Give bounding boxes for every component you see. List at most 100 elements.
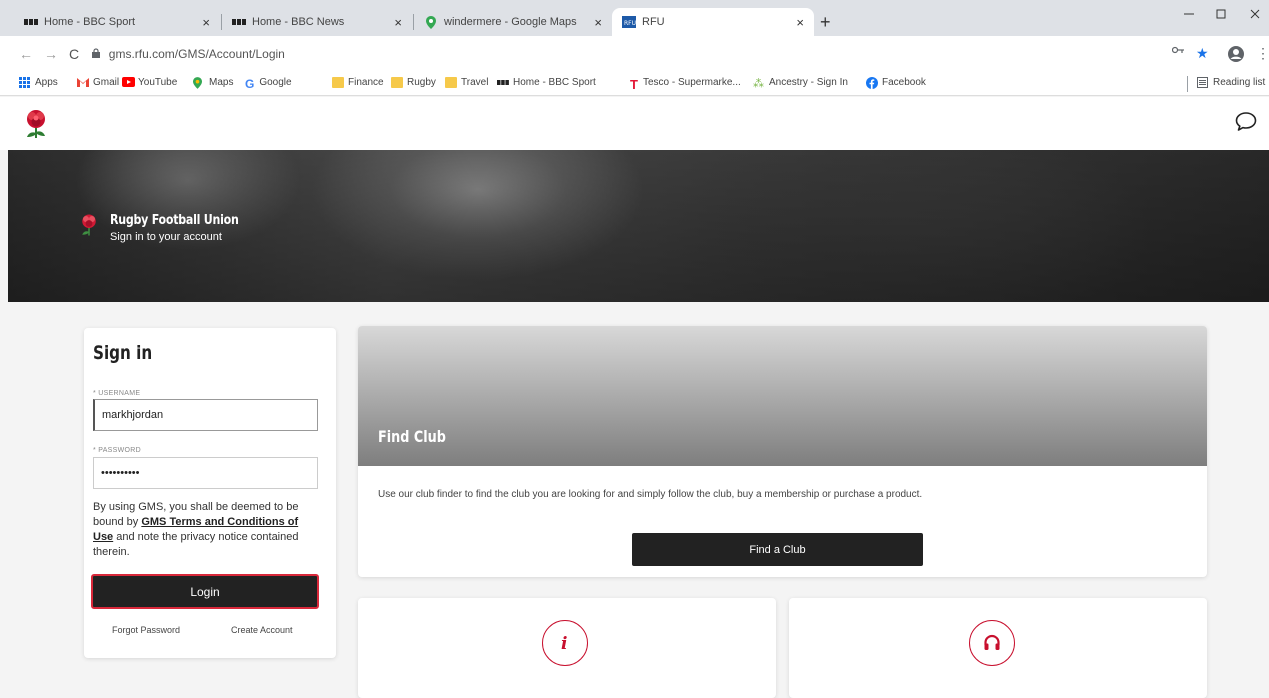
url-text: gms.rfu.com/GMS/Account/Login bbox=[108, 47, 285, 61]
bbc-icon bbox=[497, 77, 509, 88]
find-club-banner: Find Club bbox=[358, 326, 1207, 466]
username-label: * USERNAME bbox=[93, 390, 141, 397]
find-club-title: Find Club bbox=[378, 427, 446, 446]
bookmarks-bar: Apps Gmail YouTube Maps G Google Finance… bbox=[0, 72, 1269, 96]
folder-icon bbox=[332, 77, 344, 88]
tab-bbc-sport[interactable]: Home - BBC Sport × bbox=[14, 8, 220, 36]
reload-icon[interactable]: C bbox=[69, 46, 79, 62]
star-icon[interactable]: ★ bbox=[1196, 45, 1209, 62]
bookmark-label: Apps bbox=[35, 77, 58, 88]
password-label: * PASSWORD bbox=[93, 447, 141, 454]
ancestry-leaf-icon: ⁂ bbox=[753, 78, 764, 90]
bookmark-label: Home - BBC Sport bbox=[513, 77, 596, 88]
bookmarks-divider bbox=[1187, 76, 1188, 92]
bookmark-label: Travel bbox=[461, 77, 489, 88]
close-icon[interactable]: × bbox=[796, 15, 804, 30]
address-bar: ← → C gms.rfu.com/GMS/Account/Login ★ ⋮ bbox=[0, 36, 1269, 72]
gmail-icon bbox=[77, 77, 89, 88]
bookmark-label: Gmail bbox=[93, 77, 120, 88]
england-rose-logo[interactable] bbox=[24, 109, 48, 144]
url-field[interactable]: gms.rfu.com/GMS/Account/Login bbox=[92, 47, 285, 61]
key-icon[interactable] bbox=[1171, 45, 1184, 57]
maximize-icon[interactable] bbox=[1215, 8, 1227, 23]
bookmark-tesco[interactable]: T Tesco - Supermarke... bbox=[630, 77, 741, 92]
bookmark-facebook[interactable]: Facebook bbox=[866, 77, 926, 89]
bookmark-label: Finance bbox=[348, 77, 384, 88]
window-close-icon[interactable] bbox=[1249, 8, 1261, 23]
headset-icon bbox=[969, 620, 1015, 666]
bookmark-rugby[interactable]: Rugby bbox=[391, 77, 436, 88]
terms-suffix: and note the privacy notice contained th… bbox=[93, 531, 299, 558]
lock-icon bbox=[92, 48, 103, 61]
close-icon[interactable]: × bbox=[394, 15, 402, 30]
apps-grid-icon bbox=[19, 77, 31, 88]
bbc-icon bbox=[24, 15, 38, 29]
bbc-icon bbox=[232, 15, 246, 29]
rfu-icon: RFU bbox=[622, 15, 636, 29]
tab-label: windermere - Google Maps bbox=[444, 16, 577, 28]
forward-icon[interactable]: → bbox=[44, 46, 58, 62]
folder-icon bbox=[445, 77, 457, 88]
rose-icon bbox=[80, 212, 98, 243]
tab-label: Home - BBC News bbox=[252, 16, 345, 28]
bookmark-youtube[interactable]: YouTube bbox=[122, 77, 177, 88]
terms-text: By using GMS, you shall be deemed to be … bbox=[93, 500, 321, 560]
signin-card: Sign in * USERNAME * PASSWORD By using G… bbox=[84, 328, 336, 658]
signin-heading: Sign in bbox=[93, 342, 153, 364]
profile-icon[interactable] bbox=[1227, 45, 1245, 66]
username-field[interactable] bbox=[93, 399, 318, 431]
bookmark-bbc-sport[interactable]: Home - BBC Sport bbox=[497, 77, 596, 88]
bookmark-finance[interactable]: Finance bbox=[332, 77, 384, 88]
bookmark-label: Ancestry - Sign In bbox=[769, 77, 848, 88]
forgot-password-link[interactable]: Forgot Password bbox=[112, 625, 180, 635]
bookmark-gmail[interactable]: Gmail bbox=[77, 77, 119, 88]
tab-rfu[interactable]: RFU RFU × bbox=[612, 8, 814, 36]
info-icon: i bbox=[542, 620, 588, 666]
password-field[interactable] bbox=[93, 457, 318, 489]
tab-google-maps[interactable]: windermere - Google Maps × bbox=[414, 8, 612, 36]
find-club-description: Use our club finder to find the club you… bbox=[378, 489, 923, 500]
bookmark-label: Rugby bbox=[407, 77, 436, 88]
maps-pin-icon bbox=[193, 77, 205, 89]
hero-banner: Rugby Football Union Sign in to your acc… bbox=[8, 150, 1269, 302]
bookmark-ancestry[interactable]: ⁂ Ancestry - Sign In bbox=[753, 77, 848, 90]
reading-list-label: Reading list bbox=[1213, 77, 1266, 88]
google-g-icon: G bbox=[245, 77, 255, 91]
login-button[interactable]: Login bbox=[91, 574, 319, 609]
support-card[interactable] bbox=[789, 598, 1207, 698]
create-account-link[interactable]: Create Account bbox=[231, 625, 293, 635]
tesco-icon: T bbox=[630, 77, 638, 92]
hero-title: Rugby Football Union bbox=[110, 213, 239, 228]
reading-list-button[interactable]: Reading list bbox=[1197, 77, 1265, 88]
bookmark-google[interactable]: G Google bbox=[245, 77, 292, 91]
svg-text:i: i bbox=[561, 634, 567, 653]
find-club-card: Find Club Use our club finder to find th… bbox=[358, 326, 1207, 577]
close-icon[interactable]: × bbox=[594, 15, 602, 30]
find-a-club-button[interactable]: Find a Club bbox=[632, 533, 923, 566]
youtube-icon bbox=[122, 77, 135, 88]
info-card[interactable]: i bbox=[358, 598, 776, 698]
chat-bubble-icon[interactable] bbox=[1235, 111, 1257, 136]
facebook-icon bbox=[866, 77, 878, 89]
back-icon[interactable]: ← bbox=[19, 46, 33, 62]
tab-bbc-news[interactable]: Home - BBC News × bbox=[222, 8, 412, 36]
browser-tabstrip: Home - BBC Sport × Home - BBC News × win… bbox=[0, 0, 1269, 36]
reading-list-icon bbox=[1197, 77, 1209, 88]
folder-icon bbox=[391, 77, 403, 88]
bookmark-maps[interactable]: Maps bbox=[193, 77, 234, 89]
svg-text:RFU: RFU bbox=[624, 20, 636, 27]
minimize-icon[interactable] bbox=[1183, 8, 1195, 23]
site-header bbox=[0, 97, 1269, 150]
bookmark-label: Facebook bbox=[882, 77, 926, 88]
new-tab-button[interactable]: + bbox=[820, 12, 831, 33]
close-icon[interactable]: × bbox=[202, 15, 210, 30]
tab-label: RFU bbox=[642, 16, 665, 28]
menu-dots-icon[interactable]: ⋮ bbox=[1256, 45, 1269, 62]
tab-label: Home - BBC Sport bbox=[44, 16, 136, 28]
hero-subtitle: Sign in to your account bbox=[110, 231, 222, 243]
bookmark-label: Google bbox=[259, 77, 292, 88]
bookmark-travel[interactable]: Travel bbox=[445, 77, 488, 88]
bookmark-label: Maps bbox=[209, 77, 234, 88]
bookmark-label: YouTube bbox=[138, 77, 178, 88]
bookmark-apps[interactable]: Apps bbox=[19, 77, 58, 88]
